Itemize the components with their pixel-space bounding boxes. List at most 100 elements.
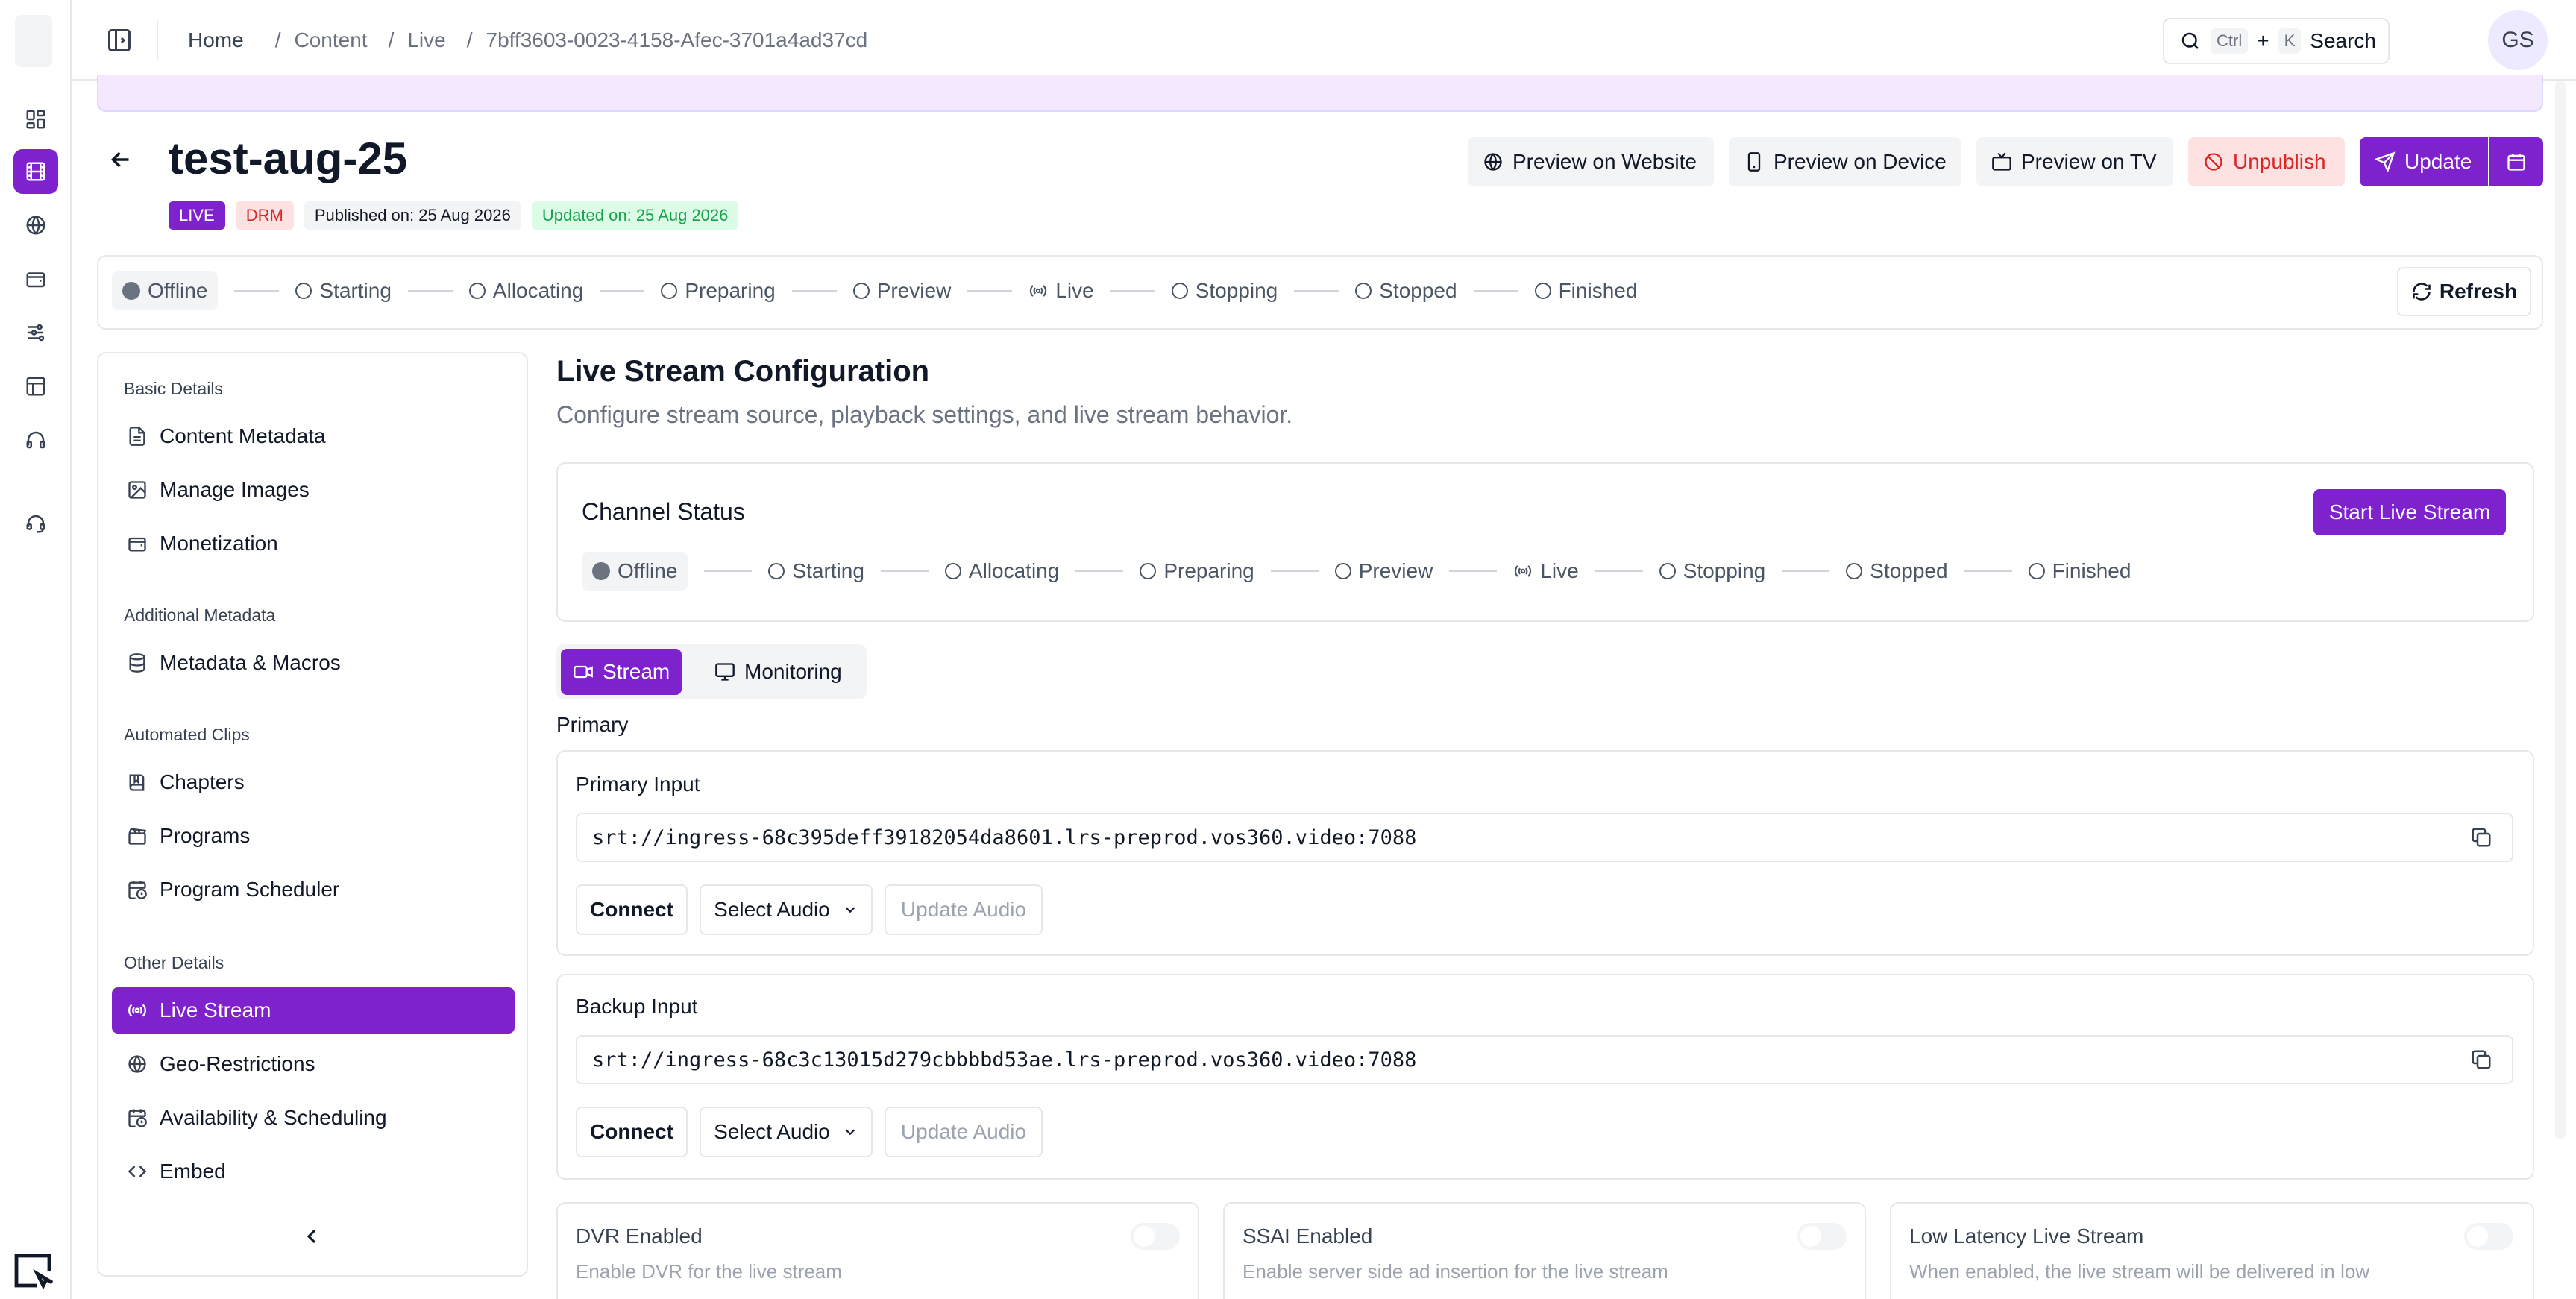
rail-globe-icon[interactable] xyxy=(13,203,58,248)
step-allocating: Allocating xyxy=(468,279,584,303)
tab-stream[interactable]: Stream xyxy=(561,649,682,695)
step-preparing: Preparing xyxy=(1140,559,1254,583)
breadcrumb-home[interactable]: Home xyxy=(188,28,244,52)
stream-tabs: Stream Monitoring xyxy=(556,644,867,699)
sidebar-section-other: Other Details xyxy=(124,953,224,972)
ssai-toggle[interactable] xyxy=(1797,1223,1847,1250)
step-connector xyxy=(1270,570,1319,572)
update-button[interactable]: Update xyxy=(2360,137,2488,186)
sidebar-section-basic: Basic Details xyxy=(124,379,223,398)
section-subtitle: Configure stream source, playback settin… xyxy=(556,401,1293,428)
low-latency-toggle[interactable] xyxy=(2464,1223,2513,1250)
rail-wallet-icon[interactable] xyxy=(13,257,58,301)
step-preview: Preview xyxy=(852,279,951,303)
sidebar-item-content-metadata[interactable]: Content Metadata xyxy=(112,413,515,459)
sidebar-item-live-stream[interactable]: Live Stream xyxy=(112,987,515,1034)
sidebar-item-metadata-macros[interactable]: Metadata & Macros xyxy=(112,640,515,686)
user-avatar[interactable]: GS xyxy=(2488,10,2548,70)
step-label: Allocating xyxy=(492,279,584,302)
step-circle-icon xyxy=(1140,563,1157,579)
step-label: Stopping xyxy=(1195,279,1278,302)
step-label: Live xyxy=(1055,279,1094,302)
sidebar-item-chapters[interactable]: Chapters xyxy=(112,759,515,805)
sidebar-item-embed[interactable]: Embed xyxy=(112,1148,515,1195)
step-label: Allocating xyxy=(968,559,1060,582)
step-circle-icon xyxy=(1846,563,1863,579)
step-connector xyxy=(1964,570,2012,572)
primary-connect-button[interactable]: Connect xyxy=(576,884,688,935)
schedule-button[interactable] xyxy=(2489,137,2543,186)
step-label: Starting xyxy=(792,559,864,582)
primary-update-audio-button[interactable]: Update Audio xyxy=(885,884,1043,935)
tab-label: Stream xyxy=(603,660,670,683)
globe-icon xyxy=(128,1055,146,1073)
calendar-clock-icon xyxy=(128,881,147,899)
copy-icon[interactable] xyxy=(2470,1048,2492,1071)
sidebar-item-label: Manage Images xyxy=(160,478,310,501)
backup-input-url[interactable]: srt://ingress-68c3c13015d279cbbbbd53ae.l… xyxy=(576,1035,2513,1084)
sidebar-item-manage-images[interactable]: Manage Images xyxy=(112,467,515,513)
sidebar-item-label: Program Scheduler xyxy=(160,878,340,901)
kbd-plus: + xyxy=(2257,29,2269,52)
video-icon xyxy=(574,665,593,679)
sidebar-item-program-scheduler[interactable]: Program Scheduler xyxy=(112,866,515,913)
breadcrumb-separator: / xyxy=(388,28,395,51)
rail-sliders-icon[interactable] xyxy=(13,310,58,355)
published-date-badge: Published on: 25 Aug 2026 xyxy=(304,201,521,230)
step-circle-icon xyxy=(1171,283,1188,299)
collapse-chevron-left-icon[interactable] xyxy=(300,1224,324,1248)
rail-layout-icon[interactable] xyxy=(13,364,58,409)
tab-monitoring[interactable]: Monitoring xyxy=(703,649,854,695)
dvr-toggle[interactable] xyxy=(1131,1223,1180,1250)
sidebar-item-label: Metadata & Macros xyxy=(160,651,341,674)
select-audio-label: Select Audio xyxy=(714,1120,830,1143)
calendar-clock-icon xyxy=(128,1109,147,1127)
preview-device-button[interactable]: Preview on Device xyxy=(1729,137,1961,186)
breadcrumb-content[interactable]: Content xyxy=(294,28,367,52)
sidebar-toggle-icon[interactable] xyxy=(106,27,133,54)
step-circle-icon xyxy=(661,283,678,299)
preview-device-label: Preview on Device xyxy=(1774,150,1947,173)
sidebar-item-availability[interactable]: Availability & Scheduling xyxy=(112,1095,515,1141)
step-connector xyxy=(1294,290,1339,292)
sidebar-item-geo-restrictions[interactable]: Geo-Restrictions xyxy=(112,1041,515,1087)
step-label: Preparing xyxy=(685,279,776,302)
search-button[interactable]: Ctrl + K Search xyxy=(2163,18,2390,64)
kbd-k: K xyxy=(2278,28,2302,54)
rail-headphones-icon[interactable] xyxy=(13,418,58,462)
backup-select-audio[interactable]: Select Audio xyxy=(700,1107,873,1157)
copy-icon[interactable] xyxy=(2470,826,2492,849)
step-preview: Preview xyxy=(1334,559,1433,583)
breadcrumb-live[interactable]: Live xyxy=(407,28,445,52)
unpublish-button[interactable]: Unpublish xyxy=(2188,137,2345,186)
step-label: Offline xyxy=(618,559,678,582)
chevron-down-icon xyxy=(845,907,855,913)
primary-input-url[interactable]: srt://ingress-68c395deff39182054da8601.l… xyxy=(576,813,2513,862)
code-icon xyxy=(128,1166,147,1177)
window-select-icon[interactable] xyxy=(13,1253,55,1289)
rail-support-icon[interactable] xyxy=(13,501,58,546)
backup-update-audio-button[interactable]: Update Audio xyxy=(885,1107,1043,1157)
primary-select-audio[interactable]: Select Audio xyxy=(700,884,873,935)
primary-input-title: Primary Input xyxy=(576,773,700,796)
breadcrumb-separator: / xyxy=(466,28,473,51)
step-circle-icon xyxy=(768,563,785,579)
preview-tv-button[interactable]: Preview on TV xyxy=(1976,137,2173,186)
ssai-title: SSAI Enabled xyxy=(1243,1224,1373,1248)
dvr-title: DVR Enabled xyxy=(576,1224,703,1248)
backup-connect-button[interactable]: Connect xyxy=(576,1107,688,1157)
sidebar-item-monetization[interactable]: Monetization xyxy=(112,520,515,567)
page-scrollbar[interactable] xyxy=(2555,81,2566,1139)
start-live-stream-button[interactable]: Start Live Stream xyxy=(2313,489,2506,535)
globe-icon xyxy=(1484,153,1502,171)
sidebar-item-programs[interactable]: Programs xyxy=(112,813,515,859)
step-live: Live xyxy=(1513,559,1579,583)
status-badges: LIVE DRM Published on: 25 Aug 2026 Updat… xyxy=(169,201,739,230)
monitor-icon xyxy=(715,663,735,681)
rail-dashboard-icon[interactable] xyxy=(13,97,58,142)
refresh-button[interactable]: Refresh xyxy=(2397,267,2531,316)
smartphone-icon xyxy=(1747,152,1761,172)
calendar-icon xyxy=(2507,154,2525,171)
step-connector xyxy=(600,290,645,292)
preview-website-button[interactable]: Preview on Website xyxy=(1468,137,1714,186)
